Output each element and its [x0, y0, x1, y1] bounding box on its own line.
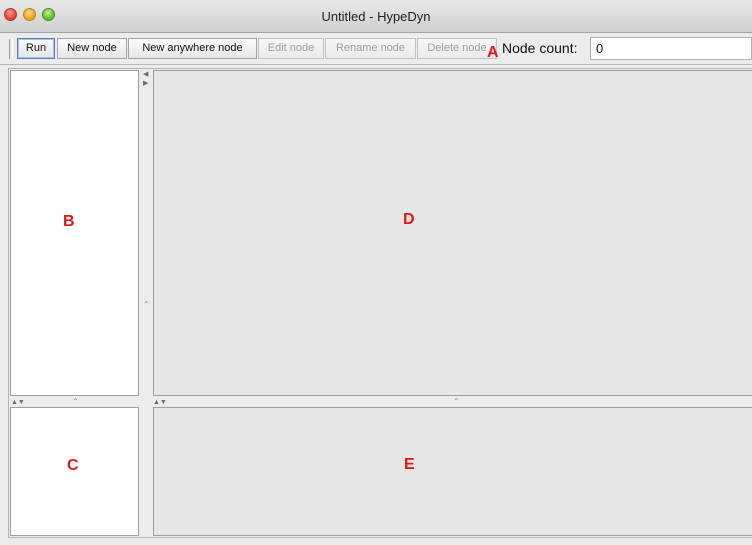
run-button[interactable]: Run — [17, 38, 55, 59]
annotation-b: B — [63, 213, 75, 230]
node-count-field[interactable]: 0 — [590, 37, 752, 60]
main-split-arrows-icon[interactable]: ◀ ▶ — [143, 70, 151, 88]
main-split-grip-icon[interactable]: ⌃ — [143, 300, 150, 309]
annotation-a: A — [487, 44, 499, 61]
panel-b[interactable] — [10, 70, 139, 396]
panel-e[interactable] — [153, 407, 752, 536]
left-split-arrows-icon[interactable]: ▲▼ — [11, 399, 25, 407]
zoom-window-button[interactable] — [42, 8, 55, 21]
window-title: Untitled - HypeDyn — [321, 9, 431, 24]
new-anywhere-node-button[interactable]: New anywhere node — [128, 38, 257, 59]
rename-node-button[interactable]: Rename node — [325, 38, 416, 59]
minimize-window-button[interactable] — [23, 8, 36, 21]
annotation-e: E — [404, 456, 415, 473]
close-window-button[interactable] — [4, 8, 17, 21]
panel-d[interactable] — [153, 70, 752, 396]
annotation-d: D — [403, 211, 415, 228]
right-split-arrows-icon[interactable]: ▲▼ — [153, 399, 167, 407]
title-bar[interactable]: Untitled - HypeDyn — [0, 0, 752, 33]
right-split-grip-icon[interactable]: ⌃ — [453, 397, 460, 406]
new-node-button[interactable]: New node — [57, 38, 127, 59]
delete-node-button[interactable]: Delete node — [417, 38, 497, 59]
toolbar: Run New node New anywhere node Edit node… — [0, 33, 752, 65]
annotation-c: C — [67, 457, 79, 474]
edit-node-button[interactable]: Edit node — [258, 38, 324, 59]
app-window: Untitled - HypeDyn Run New node New anyw… — [0, 0, 752, 545]
left-split-grip-icon[interactable]: ⌃ — [72, 397, 79, 406]
toolbar-drag-handle[interactable] — [9, 39, 13, 59]
node-count-label: Node count: — [502, 40, 578, 56]
